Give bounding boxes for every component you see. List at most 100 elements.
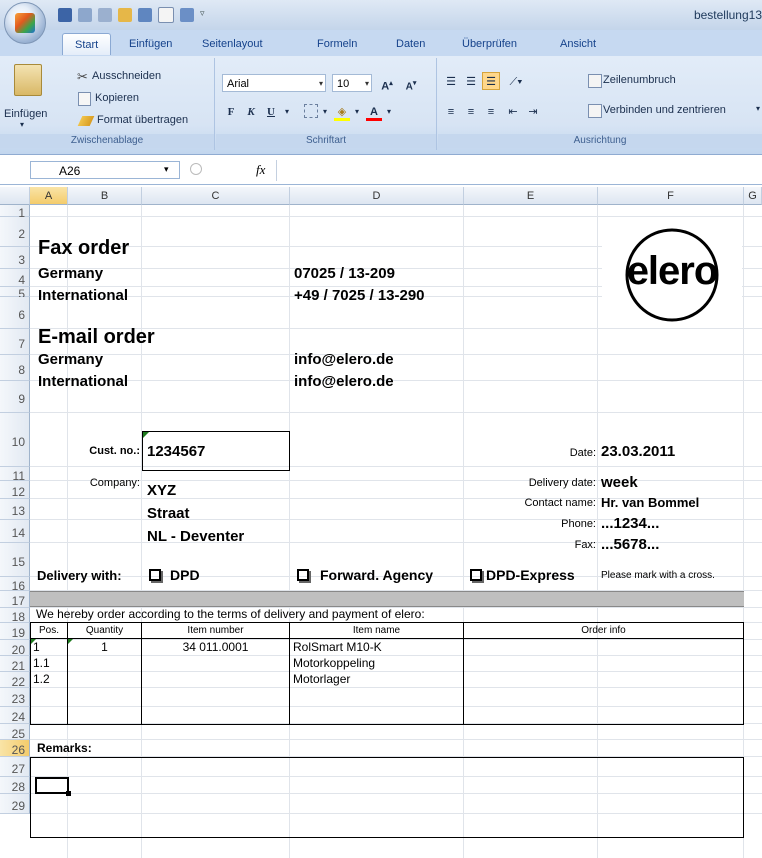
- paste-dropdown-icon[interactable]: ▾: [20, 120, 24, 129]
- increase-indent-icon[interactable]: ⇥: [524, 102, 542, 120]
- tab-ueberpruefen[interactable]: Überprüfen: [462, 38, 517, 50]
- row-header-26[interactable]: 26: [0, 740, 30, 757]
- save-icon[interactable]: [58, 8, 72, 22]
- row-header-7[interactable]: 7: [0, 329, 30, 355]
- row-header-2[interactable]: 2: [0, 217, 30, 247]
- row-header-22[interactable]: 22: [0, 672, 30, 689]
- paste-button[interactable]: Einfügen: [4, 108, 47, 120]
- row-header-24[interactable]: 24: [0, 707, 30, 724]
- border-icon[interactable]: [304, 104, 318, 118]
- cut-button[interactable]: Ausschneiden: [92, 70, 161, 82]
- name-box-dropdown-icon[interactable]: ▾: [164, 164, 169, 175]
- date-value[interactable]: 23.03.2011: [601, 443, 675, 460]
- column-header-d[interactable]: D: [290, 187, 464, 205]
- item-number[interactable]: 34 011.0001: [142, 640, 289, 654]
- column-header-c[interactable]: C: [142, 187, 290, 205]
- cancel-entry-icon[interactable]: [190, 163, 202, 175]
- merge-dropdown-icon[interactable]: ▾: [756, 104, 760, 113]
- row-header-20[interactable]: 20: [0, 640, 30, 657]
- row-header-28[interactable]: 28: [0, 777, 30, 794]
- active-cell-a26[interactable]: [35, 777, 69, 794]
- row-header-4[interactable]: 4: [0, 269, 30, 287]
- tab-ansicht[interactable]: Ansicht: [560, 38, 596, 50]
- row-header-6[interactable]: 6: [0, 297, 30, 329]
- shrink-font-button[interactable]: A▾: [400, 74, 422, 92]
- item-name[interactable]: RolSmart M10-K: [293, 640, 382, 654]
- select-all-corner[interactable]: [0, 187, 30, 205]
- font-color-dropdown-icon[interactable]: ▾: [384, 102, 394, 120]
- new-icon[interactable]: [158, 7, 174, 23]
- row-header-11[interactable]: 11: [0, 467, 30, 483]
- row-header-19[interactable]: 19: [0, 623, 30, 640]
- row-header-29[interactable]: 29: [0, 794, 30, 814]
- open-icon[interactable]: [118, 8, 132, 22]
- align-right-icon[interactable]: ≡: [482, 102, 500, 120]
- worksheet[interactable]: A B C D E F G elero Fax order Germany 07…: [0, 187, 762, 858]
- name-box[interactable]: A26: [30, 161, 180, 179]
- underline-button[interactable]: U: [262, 102, 280, 120]
- row-header-3[interactable]: 3: [0, 247, 30, 269]
- format-painter-button[interactable]: Format übertragen: [97, 114, 188, 126]
- forward-agency-checkbox[interactable]: [297, 569, 309, 581]
- row-header-23[interactable]: 23: [0, 688, 30, 707]
- column-header-b[interactable]: B: [68, 187, 142, 205]
- column-header-a[interactable]: A: [30, 187, 68, 205]
- item-name[interactable]: Motorkoppeling: [293, 656, 375, 670]
- fax-value[interactable]: ...5678...: [601, 536, 659, 553]
- row-header-17[interactable]: 17: [0, 591, 30, 608]
- row-header-13[interactable]: 13: [0, 499, 30, 520]
- item-name[interactable]: Motorlager: [293, 672, 350, 686]
- delivery-date-value[interactable]: week: [601, 474, 638, 491]
- decrease-indent-icon[interactable]: ⇤: [504, 102, 522, 120]
- office-button[interactable]: [4, 2, 46, 44]
- row-header-18[interactable]: 18: [0, 608, 30, 624]
- company-name[interactable]: XYZ: [147, 482, 176, 499]
- fill-dropdown-icon[interactable]: ▾: [352, 102, 362, 120]
- row-header-10[interactable]: 10: [0, 413, 30, 467]
- row-header-8[interactable]: 8: [0, 355, 30, 381]
- item-qty[interactable]: 1: [68, 640, 141, 654]
- contact-value[interactable]: Hr. van Bommel: [601, 495, 699, 510]
- underline-dropdown-icon[interactable]: ▾: [282, 102, 292, 120]
- font-size-select[interactable]: 10 ▾: [332, 74, 372, 92]
- dpd-express-checkbox[interactable]: [470, 569, 482, 581]
- tab-formeln[interactable]: Formeln: [317, 38, 357, 50]
- item-pos[interactable]: 1.1: [33, 656, 50, 670]
- quick-print-icon[interactable]: [180, 8, 194, 22]
- dpd-checkbox[interactable]: [149, 569, 161, 581]
- border-dropdown-icon[interactable]: ▾: [320, 102, 330, 120]
- cust-no-value[interactable]: 1234567: [147, 443, 205, 460]
- orientation-icon[interactable]: ⟋▾: [504, 72, 528, 90]
- italic-button[interactable]: K: [242, 102, 260, 120]
- tab-seitenlayout[interactable]: Seitenlayout: [202, 38, 263, 50]
- align-top-icon[interactable]: ☰: [442, 72, 460, 90]
- font-name-select[interactable]: Arial ▾: [222, 74, 326, 92]
- row-header-15[interactable]: 15: [0, 543, 30, 577]
- phone-value[interactable]: ...1234...: [601, 515, 659, 532]
- function-icon[interactable]: fx: [256, 162, 265, 178]
- wrap-text-button[interactable]: Zeilenumbruch: [603, 74, 676, 86]
- undo-icon[interactable]: [78, 8, 92, 22]
- bold-button[interactable]: F: [222, 102, 240, 120]
- grow-font-button[interactable]: A▴: [376, 74, 398, 93]
- row-header-1[interactable]: 1: [0, 205, 30, 220]
- row-header-12[interactable]: 12: [0, 481, 30, 499]
- company-street[interactable]: Straat: [147, 505, 190, 522]
- item-pos[interactable]: 1.2: [33, 672, 50, 686]
- merge-center-button[interactable]: Verbinden und zentrieren: [603, 104, 726, 116]
- redo-icon[interactable]: [98, 8, 112, 22]
- print-preview-icon[interactable]: [138, 8, 152, 22]
- tab-einfuegen[interactable]: Einfügen: [129, 38, 172, 50]
- align-center-icon[interactable]: ≡: [462, 102, 480, 120]
- copy-button[interactable]: Kopieren: [95, 92, 139, 104]
- row-header-21[interactable]: 21: [0, 656, 30, 673]
- row-header-27[interactable]: 27: [0, 757, 30, 777]
- row-header-9[interactable]: 9: [0, 381, 30, 413]
- company-city[interactable]: NL - Deventer: [147, 528, 244, 545]
- row-header-5[interactable]: 5: [0, 287, 30, 301]
- tab-start[interactable]: Start: [62, 33, 112, 55]
- row-header-25[interactable]: 25: [0, 724, 30, 741]
- column-header-g[interactable]: G: [744, 187, 762, 205]
- row-header-16[interactable]: 16: [0, 577, 30, 593]
- align-left-icon[interactable]: ≡: [442, 102, 460, 120]
